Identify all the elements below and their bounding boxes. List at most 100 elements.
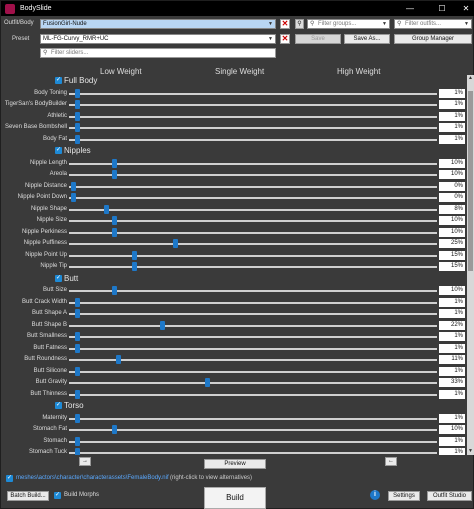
slider-track[interactable] (69, 429, 437, 431)
slider-value-input[interactable]: 1% (439, 332, 465, 341)
slider-track[interactable] (69, 92, 437, 95)
slider-value-input[interactable]: 10% (439, 216, 465, 225)
scroll-up-icon[interactable]: ▲ (467, 75, 474, 82)
info-icon[interactable]: i (370, 490, 380, 500)
slider-track[interactable] (69, 174, 437, 176)
category-checkbox[interactable]: ✓ (55, 77, 62, 84)
slider-handle[interactable] (75, 343, 81, 353)
category-checkbox[interactable]: ✓ (55, 147, 62, 154)
slider-track[interactable] (69, 208, 437, 211)
slider-track[interactable] (69, 290, 437, 292)
slider-handle[interactable] (75, 111, 81, 121)
slider-value-input[interactable]: 15% (439, 250, 465, 260)
path-checkbox[interactable]: ✓ (6, 475, 13, 482)
maximize-icon[interactable]: ☐ (429, 1, 455, 16)
slider-handle[interactable] (75, 332, 81, 341)
slider-handle[interactable] (75, 297, 81, 307)
slider-value-input[interactable]: 10% (439, 227, 465, 237)
slider-track[interactable] (69, 162, 437, 165)
slider-handle[interactable] (131, 250, 137, 260)
slider-track[interactable] (69, 231, 437, 234)
slider-handle[interactable] (75, 309, 81, 318)
slider-track[interactable] (69, 336, 437, 338)
slider-handle[interactable] (75, 123, 81, 132)
slider-value-input[interactable]: 1% (439, 111, 465, 121)
slider-track[interactable] (69, 347, 437, 350)
outfit-body-select[interactable]: FusionGirl-Nude ▼ (40, 19, 276, 29)
slider-handle[interactable] (75, 436, 81, 446)
slider-handle[interactable] (75, 100, 81, 109)
category-header[interactable]: ✓ Torso (5, 400, 465, 413)
slider-track[interactable] (69, 115, 437, 118)
slider-value-input[interactable]: 1% (439, 100, 465, 109)
slider-handle[interactable] (71, 181, 76, 191)
slider-track[interactable] (69, 440, 437, 443)
save-button[interactable]: Save (295, 34, 341, 44)
slider-handle[interactable] (205, 378, 211, 387)
slider-handle[interactable] (75, 366, 81, 376)
slider-track[interactable] (69, 452, 437, 454)
batch-build-button[interactable]: Batch Build... (7, 491, 49, 501)
build-button[interactable]: Build (204, 487, 266, 509)
slider-track[interactable] (69, 266, 437, 268)
slider-track[interactable] (69, 220, 437, 222)
slider-handle[interactable] (111, 227, 117, 237)
slider-value-input[interactable]: 15% (439, 262, 465, 271)
slider-handle[interactable] (160, 320, 166, 330)
clear-outfit-icon[interactable]: ✕ (280, 19, 290, 29)
slider-handle[interactable] (75, 88, 81, 98)
category-checkbox[interactable]: ✓ (55, 402, 62, 409)
slider-track[interactable] (69, 370, 437, 373)
preview-button[interactable]: Preview (204, 459, 266, 469)
prev-arrow-button[interactable]: → (79, 457, 91, 466)
build-morphs-checkbox[interactable]: ✓ (54, 492, 61, 499)
slider-track[interactable] (69, 313, 437, 315)
slider-value-input[interactable]: 1% (439, 413, 465, 423)
slider-handle[interactable] (115, 355, 121, 364)
slider-handle[interactable] (75, 448, 81, 455)
next-arrow-button[interactable]: ← (385, 457, 397, 466)
slider-value-input[interactable]: 0% (439, 181, 465, 191)
slider-value-input[interactable]: 1% (439, 366, 465, 376)
slider-value-input[interactable]: 22% (439, 320, 465, 330)
slider-value-input[interactable]: 10% (439, 425, 465, 434)
slider-track[interactable] (69, 138, 437, 141)
slider-track[interactable] (69, 197, 437, 199)
slider-handle[interactable] (111, 425, 117, 434)
outfits-filter-input[interactable]: ⚲ Filter outfits... ▼ (394, 19, 472, 29)
group-manager-button[interactable]: Group Manager (394, 34, 472, 44)
slider-handle[interactable] (111, 286, 117, 295)
close-icon[interactable]: ✕ (453, 1, 474, 16)
slider-value-input[interactable]: 33% (439, 378, 465, 387)
slider-value-input[interactable]: 1% (439, 448, 465, 455)
slider-scrollbar[interactable]: ▲ ▼ (467, 75, 474, 455)
slider-handle[interactable] (111, 216, 117, 225)
slider-value-input[interactable]: 1% (439, 134, 465, 144)
slider-value-input[interactable]: 1% (439, 309, 465, 318)
slider-track[interactable] (69, 324, 437, 327)
settings-button[interactable]: Settings (388, 491, 420, 501)
clear-preset-icon[interactable]: ✕ (280, 34, 290, 44)
slider-track[interactable] (69, 393, 437, 396)
groups-filter-input[interactable]: ⚲ Filter groups... ▼ (307, 19, 390, 29)
filter-icon[interactable]: ⚲ (295, 19, 304, 29)
slider-value-input[interactable]: 0% (439, 193, 465, 202)
outfit-studio-button[interactable]: Outfit Studio (427, 491, 472, 501)
save-as-button[interactable]: Save As... (344, 34, 390, 44)
category-header[interactable]: ✓ Butt (5, 273, 465, 286)
slider-handle[interactable] (103, 204, 109, 214)
slider-track[interactable] (69, 254, 437, 257)
scroll-down-icon[interactable]: ▼ (467, 448, 474, 455)
category-checkbox[interactable]: ✓ (55, 274, 62, 282)
slider-value-input[interactable]: 8% (439, 204, 465, 214)
slider-track[interactable] (69, 185, 437, 188)
slider-value-input[interactable]: 1% (439, 389, 465, 399)
slider-handle[interactable] (75, 389, 81, 399)
slider-value-input[interactable]: 1% (439, 343, 465, 353)
slider-track[interactable] (69, 243, 437, 245)
slider-value-input[interactable]: 10% (439, 170, 465, 179)
slider-value-input[interactable]: 10% (439, 158, 465, 168)
slider-value-input[interactable]: 1% (439, 88, 465, 98)
slider-value-input[interactable]: 10% (439, 286, 465, 295)
scrollbar-thumb[interactable] (468, 91, 473, 271)
